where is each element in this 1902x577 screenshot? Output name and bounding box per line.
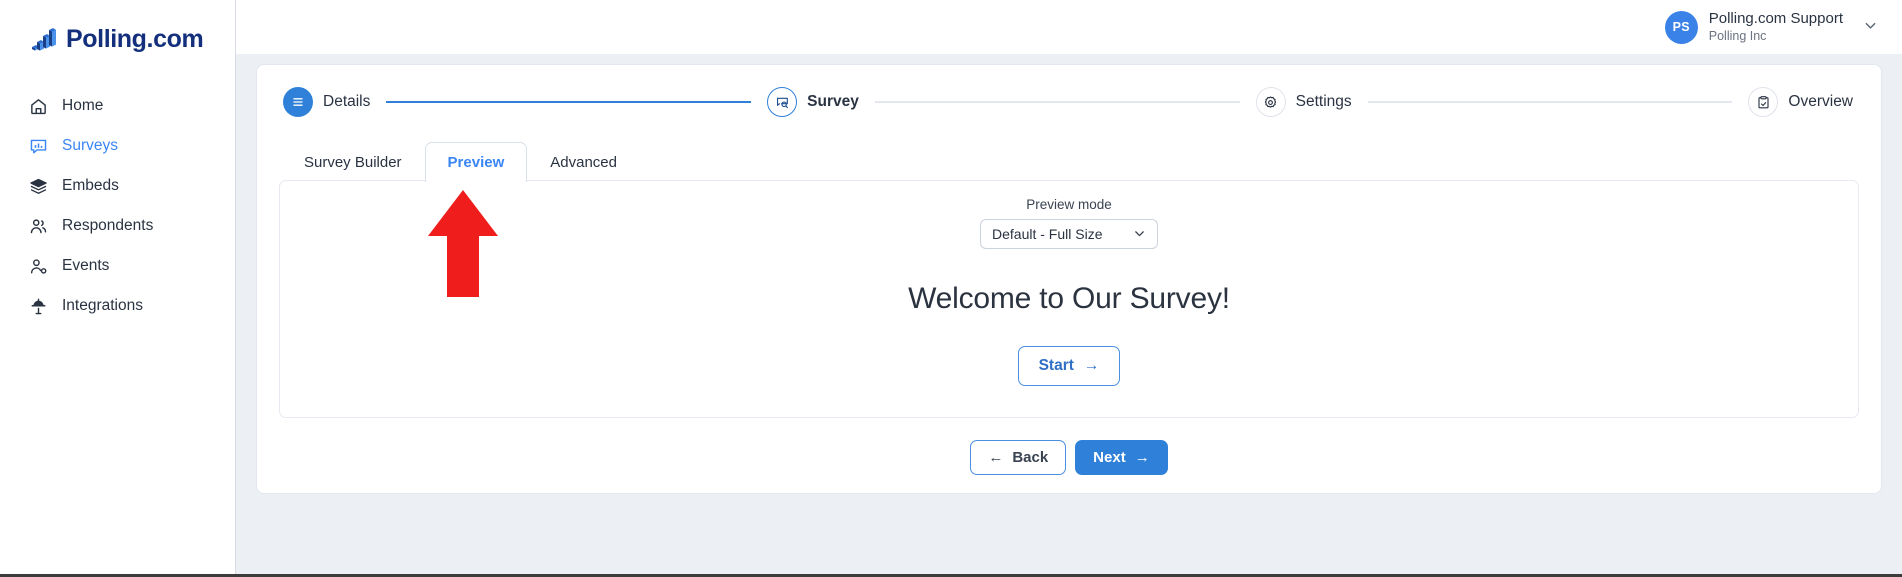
list-icon (283, 87, 313, 117)
connector-settings-overview (1367, 101, 1733, 103)
back-button-label: Back (1012, 449, 1049, 466)
arrow-left-icon: ← (988, 449, 1004, 466)
preview-mode-label: Preview mode (1026, 197, 1112, 212)
content-region: Details Survey Settings Overview Survey … (236, 54, 1902, 574)
home-icon (29, 97, 48, 116)
gear-icon (1255, 87, 1286, 117)
arrow-right-icon: → (1134, 449, 1150, 466)
plug-icon (29, 297, 48, 316)
tab-bar: Survey Builder Preview Advanced (279, 141, 1859, 182)
sidebar-nav: Home Surveys Embeds Respondents Events I… (0, 86, 235, 326)
preview-mode-group: Preview mode Default - Full Size (280, 197, 1858, 249)
user-gear-icon (29, 257, 48, 276)
step-settings[interactable]: Settings (1255, 87, 1352, 117)
sidebar-item-label: Surveys (62, 137, 118, 154)
sidebar-item-label: Respondents (62, 217, 154, 234)
next-button-label: Next (1093, 449, 1126, 466)
sidebar-item-integrations[interactable]: Integrations (0, 286, 235, 326)
bar-chart-3d-icon (29, 26, 57, 54)
step-survey[interactable]: Survey (767, 87, 859, 117)
wizard-nav-buttons: ← Back Next → (279, 440, 1859, 475)
wizard-panel: Details Survey Settings Overview Survey … (256, 64, 1882, 494)
clipboard-check-icon (1748, 87, 1779, 117)
sidebar-item-label: Integrations (62, 297, 143, 314)
sidebar-item-embeds[interactable]: Embeds (0, 166, 235, 206)
step-label-details: Details (323, 93, 371, 110)
survey-welcome-title: Welcome to Our Survey! (908, 282, 1230, 315)
topbar: PS Polling.com Support Polling Inc (236, 0, 1902, 54)
start-button-label: Start (1038, 357, 1074, 374)
avatar: PS (1664, 10, 1698, 44)
start-button[interactable]: Start → (1017, 346, 1121, 386)
sidebar: Polling.com Home Surveys Embeds Responde… (0, 0, 236, 574)
step-label-overview: Overview (1788, 93, 1854, 110)
user-menu[interactable]: PS Polling.com Support Polling Inc (1664, 10, 1878, 44)
survey-search-icon (767, 87, 798, 117)
chevron-down-icon[interactable] (1863, 18, 1878, 37)
sidebar-item-events[interactable]: Events (0, 246, 235, 286)
layers-icon (29, 177, 48, 196)
next-button[interactable]: Next → (1075, 440, 1168, 475)
step-details[interactable]: Details (283, 87, 370, 117)
preview-card: Preview mode Default - Full Size Welcome… (279, 180, 1859, 418)
tab-preview[interactable]: Preview (424, 142, 528, 182)
sidebar-item-surveys[interactable]: Surveys (0, 126, 235, 166)
wizard-stepper: Details Survey Settings Overview (279, 87, 1859, 117)
connector-details-survey (386, 101, 752, 103)
connector-survey-settings (874, 101, 1240, 103)
survey-chart-icon (29, 137, 48, 156)
app-root: Polling.com Home Surveys Embeds Responde… (0, 0, 1902, 577)
preview-mode-value: Default - Full Size (992, 226, 1103, 242)
user-name: Polling.com Support (1708, 9, 1843, 27)
sidebar-item-label: Events (62, 257, 110, 274)
chevron-down-icon (1133, 227, 1146, 242)
users-icon (29, 217, 48, 236)
brand-logo-area[interactable]: Polling.com (0, 10, 235, 60)
tab-advanced[interactable]: Advanced (527, 142, 640, 182)
sidebar-item-label: Embeds (62, 177, 119, 194)
start-button-wrap: Start → (280, 346, 1858, 386)
step-label-survey: Survey (807, 93, 859, 110)
sidebar-item-respondents[interactable]: Respondents (0, 206, 235, 246)
back-button[interactable]: ← Back (970, 440, 1067, 475)
sidebar-item-label: Home (62, 97, 104, 114)
main-area: PS Polling.com Support Polling Inc Detai… (236, 0, 1902, 574)
brand-name: Polling.com (66, 25, 204, 53)
sidebar-item-home[interactable]: Home (0, 86, 235, 126)
tab-survey-builder[interactable]: Survey Builder (281, 142, 425, 182)
preview-mode-select[interactable]: Default - Full Size (980, 219, 1158, 249)
user-organization: Polling Inc (1708, 28, 1767, 43)
step-label-settings: Settings (1295, 93, 1352, 110)
user-meta: Polling.com Support Polling Inc (1709, 10, 1843, 44)
arrow-right-icon: → (1083, 357, 1100, 374)
step-overview[interactable]: Overview (1748, 87, 1853, 117)
